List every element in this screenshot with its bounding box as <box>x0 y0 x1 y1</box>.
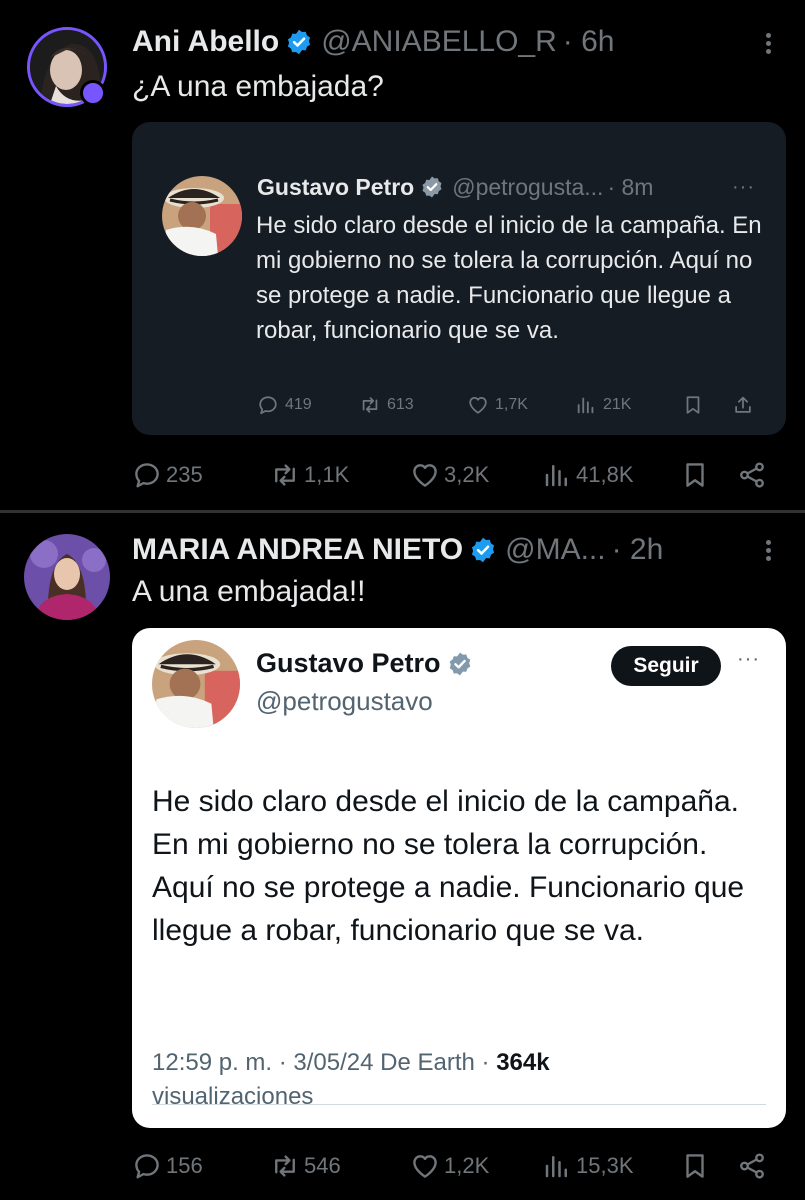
embedded-author-name: Gustavo Petro <box>256 648 473 679</box>
tweet-time[interactable]: · 2h <box>612 533 664 567</box>
bookmark-button[interactable] <box>680 1146 714 1186</box>
reply-icon <box>132 460 162 490</box>
like-icon <box>410 460 440 490</box>
quoted-reply-count: 419 <box>285 396 312 413</box>
verified-icon <box>447 651 473 677</box>
views-icon <box>575 394 597 416</box>
quoted-like-button[interactable]: 1,7K <box>467 394 528 416</box>
author-handle[interactable]: @MA... <box>505 533 605 567</box>
repost-icon <box>359 394 381 416</box>
views-count: 41,8K <box>576 462 634 487</box>
embedded-views-count: 364k <box>496 1049 550 1076</box>
reply-button[interactable]: 156 <box>132 1146 203 1186</box>
repost-count: 546 <box>304 1153 341 1178</box>
quoted-author-handle[interactable]: @petrogusta... <box>452 174 603 201</box>
more-icon[interactable] <box>758 537 778 567</box>
quoted-tweet-text: He sido claro desde el inicio de la camp… <box>256 212 762 344</box>
views-icon <box>542 460 572 490</box>
repost-button[interactable]: 546 <box>270 1146 341 1186</box>
tweet-text: ¿A una embajada? <box>132 70 384 103</box>
quoted-repost-button[interactable]: 613 <box>359 394 414 416</box>
verified-icon <box>469 536 497 564</box>
share-icon <box>737 460 767 490</box>
repost-button[interactable]: 1,1K <box>270 455 349 495</box>
quoted-tweet-card[interactable]: Gustavo Petro @petrogusta... · 8m ··· He… <box>132 122 786 435</box>
bookmark-button[interactable] <box>680 455 714 495</box>
repost-icon <box>270 460 300 490</box>
avatar-photo-icon <box>152 640 240 728</box>
like-icon <box>410 1151 440 1181</box>
tweet-header: MARIA ANDREA NIETO @MA... · 2h <box>132 528 663 572</box>
embedded-views-label: visualizaciones <box>152 1083 314 1110</box>
tweet-time[interactable]: · 6h <box>563 25 615 59</box>
upload-icon <box>732 394 754 416</box>
share-icon <box>737 1151 767 1181</box>
embedded-author-avatar <box>152 640 240 728</box>
share-button[interactable] <box>737 1146 771 1186</box>
reply-count: 235 <box>166 462 203 487</box>
reply-icon <box>132 1151 162 1181</box>
quoted-author-avatar[interactable] <box>162 176 242 256</box>
embedded-divider <box>152 1104 766 1105</box>
quoted-share-button[interactable] <box>732 394 760 416</box>
tweet-header: Ani Abello @ANIABELLO_R · 6h <box>132 20 614 64</box>
reply-count: 156 <box>166 1153 203 1178</box>
quoted-author-name[interactable]: Gustavo Petro <box>257 174 414 201</box>
tweet-text: A una embajada!! <box>132 575 366 608</box>
avatar-photo-icon <box>162 176 242 256</box>
follow-button: Seguir <box>611 646 721 686</box>
quoted-tweet-header: Gustavo Petro @petrogusta... · 8m <box>257 170 653 204</box>
bookmark-icon <box>680 1151 710 1181</box>
author-handle[interactable]: @ANIABELLO_R <box>321 25 557 59</box>
repost-count: 1,1K <box>304 462 350 487</box>
bookmark-icon <box>682 394 704 416</box>
embedded-tweet-image[interactable]: Gustavo Petro @petrogustavo Seguir ··· H… <box>132 628 786 1128</box>
views-icon <box>542 1151 572 1181</box>
quoted-views-button[interactable]: 21K <box>575 394 631 416</box>
author-name[interactable]: Ani Abello <box>132 25 279 59</box>
community-badge-icon <box>80 80 106 106</box>
verified-icon <box>285 28 313 56</box>
like-button[interactable]: 3,2K <box>410 455 489 495</box>
embedded-author-name-text: Gustavo Petro <box>256 648 441 678</box>
quoted-tweet-time: · 8m <box>607 173 654 200</box>
tweet-actions: 235 1,1K 3,2K 41,8K <box>132 455 772 495</box>
views-count: 15,3K <box>576 1153 634 1178</box>
quoted-reply-button[interactable]: 419 <box>257 394 312 416</box>
repost-icon <box>270 1151 300 1181</box>
quoted-tweet-actions: 419 613 1,7K 21K <box>257 394 757 424</box>
quoted-more-icon[interactable]: ··· <box>732 176 755 199</box>
embedded-timestamp: 12:59 p. m. · 3/05/24 De Earth · <box>152 1049 490 1076</box>
tweet-ani-abello[interactable]: Ani Abello @ANIABELLO_R · 6h ¿A una emba… <box>0 0 805 510</box>
embedded-tweet-text: He sido claro desde el inicio de la camp… <box>152 785 745 947</box>
tweet-actions: 156 546 1,2K 15,3K <box>132 1146 772 1186</box>
embedded-more-icon: ··· <box>737 648 760 670</box>
bookmark-icon <box>680 460 710 490</box>
reply-icon <box>257 394 279 416</box>
views-button[interactable]: 41,8K <box>542 455 634 495</box>
embedded-author-handle: @petrogustavo <box>256 686 433 716</box>
quoted-bookmark-button[interactable] <box>682 394 710 416</box>
share-button[interactable] <box>737 455 771 495</box>
reply-button[interactable]: 235 <box>132 455 203 495</box>
quoted-repost-count: 613 <box>387 396 414 413</box>
more-icon[interactable] <box>758 30 778 60</box>
like-icon <box>467 394 489 416</box>
like-count: 1,2K <box>444 1153 490 1178</box>
like-button[interactable]: 1,2K <box>410 1146 489 1186</box>
author-name[interactable]: MARIA ANDREA NIETO <box>132 533 463 567</box>
views-button[interactable]: 15,3K <box>542 1146 634 1186</box>
quoted-views-count: 21K <box>603 396 632 413</box>
verified-icon <box>420 175 444 199</box>
quoted-like-count: 1,7K <box>495 396 528 413</box>
like-count: 3,2K <box>444 462 490 487</box>
